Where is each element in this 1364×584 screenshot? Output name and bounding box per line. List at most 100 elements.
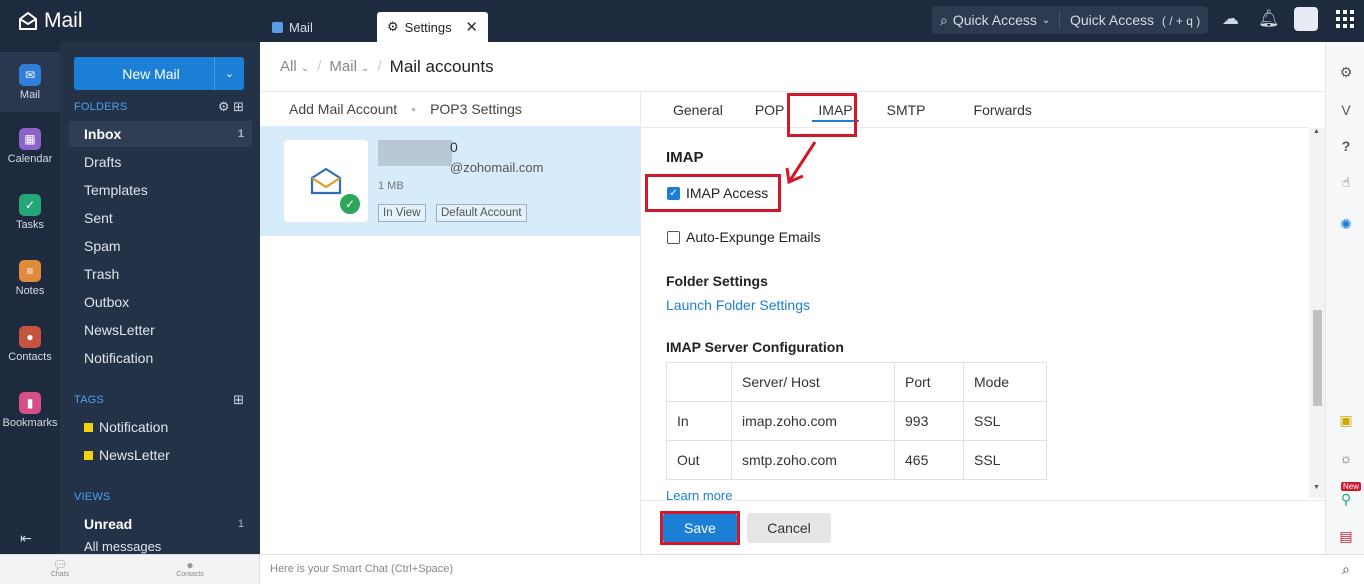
mail-tab-icon [272,21,283,33]
auto-expunge-label: Auto-Expunge Emails [686,229,821,245]
quick-access-dropdown[interactable]: ⌕ Quick Access ⌄ [932,11,1060,29]
folder-label: Spam [84,238,121,254]
folder-trash[interactable]: Trash [69,261,252,287]
folder-newsletter[interactable]: NewsLetter [69,317,252,343]
contacts-shortcut[interactable]: ● Contacts [170,559,210,578]
tag-notification[interactable]: Notification [69,414,252,440]
cloud-sync-icon[interactable]: ☁ [1222,9,1239,29]
new-mail-dropdown-icon[interactable]: ⌄ [214,57,244,90]
folder-panel: New Mail ⌄ FOLDERS ⚙ ⊞ Inbox 1 Drafts Te… [60,42,260,554]
imap-settings-pane: General POP IMAP SMTP Forwards IMAP ✓ IM… [641,92,1309,500]
tag-color-swatch [84,422,93,432]
pop3-settings-link[interactable]: POP3 Settings [430,101,522,117]
app-grid-icon[interactable] [1336,10,1354,28]
imap-access-label: IMAP Access [686,185,769,201]
pin-icon[interactable]: ⚲ [1337,491,1355,509]
table-cell: 465 [894,440,964,480]
tab-forwards[interactable]: Forwards [942,92,1048,128]
folder-drafts[interactable]: Drafts [69,149,252,175]
brightness-icon[interactable]: ☼ [1337,450,1355,468]
folder-notification[interactable]: Notification [69,345,252,371]
collapse-sidebar-icon[interactable]: ⇤ [20,530,32,547]
breadcrumb-separator: / [317,58,322,75]
cancel-button[interactable]: Cancel [747,513,831,543]
add-folder-icon[interactable]: ⊞ [233,99,244,114]
breadcrumb: All ⌄ / Mail ⌄ / Mail accounts [260,42,1325,92]
chats-shortcut[interactable]: 💬︎ Chats [40,559,80,578]
table-header-cell: Port [894,362,964,402]
rail-mail[interactable]: ✉ Mail [0,52,60,112]
rail-contacts[interactable]: ● Contacts [0,326,60,363]
ai-assistant-icon[interactable]: ✺ [1337,216,1355,234]
auto-expunge-checkbox[interactable] [667,230,680,244]
user-avatar[interactable] [1294,7,1318,31]
tab-smtp[interactable]: SMTP [871,92,942,128]
settings-tabs: General POP IMAP SMTP Forwards [641,92,1309,128]
scroll-down-arrow-icon[interactable]: ▼ [1313,484,1320,491]
chat-bubble-icon[interactable]: ▤ [1337,528,1355,546]
breadcrumb-mail[interactable]: Mail ⌄ [329,58,369,75]
save-button[interactable]: Save [663,514,737,542]
v-logo-icon[interactable]: V [1337,102,1355,120]
rail-bookmarks[interactable]: ▮ Bookmarks [0,392,60,429]
help-icon[interactable]: ? [1337,138,1355,156]
search-icon: ⌕ [940,11,948,28]
search-icon[interactable]: ⌕ [1342,561,1350,578]
view-unread[interactable]: Unread 1 [69,511,252,537]
app-brand[interactable]: Mail [18,9,83,33]
folder-sent[interactable]: Sent [69,205,252,231]
imap-access-checkbox[interactable]: ✓ [667,186,680,200]
launch-folder-settings-link[interactable]: Launch Folder Settings [666,297,810,313]
rail-notes[interactable]: ≡ Notes [0,260,60,297]
bell-icon[interactable]: 🔔︎ [1258,9,1280,29]
separator-dot: • [411,101,417,117]
rail-tasks[interactable]: ✓ Tasks [0,194,60,231]
rail-contacts-label: Contacts [8,351,52,363]
view-label: Unread [84,516,133,532]
tab-settings-label: Settings [404,19,452,35]
imap-access-option[interactable]: ✓ IMAP Access [667,185,768,201]
new-mail-button[interactable]: New Mail ⌄ [74,57,244,90]
quick-access-shortcut: ( / + q ) [1161,14,1201,28]
smart-chat-input[interactable]: Here is your Smart Chat (Ctrl+Space) [270,563,453,575]
quick-access-search[interactable]: ⌕ Quick Access ⌄ Quick Access ( / + q ) [932,6,1208,34]
scroll-up-arrow-icon[interactable]: ▲ [1313,128,1320,135]
folder-settings-heading: Folder Settings [666,273,768,289]
new-badge: New [1341,482,1362,491]
tag-newsletter[interactable]: NewsLetter [69,442,252,468]
notes-icon: ≡ [19,260,41,282]
tab-general[interactable]: General [641,92,739,128]
view-all-messages[interactable]: All messages [69,539,252,554]
folder-spam[interactable]: Spam [69,233,252,259]
folder-label: Outbox [84,294,130,310]
settings-gear-icon[interactable]: ⚙ [1337,64,1355,82]
breadcrumb-all[interactable]: All ⌄ [280,58,309,75]
account-card[interactable]: ✓ 0 @zohomail.com 1 MB In View Default A… [260,126,640,236]
settings-scrollbar[interactable]: ▲ ▼ [1309,128,1325,498]
add-tag-icon[interactable]: ⊞ [233,392,244,408]
folder-templates[interactable]: Templates [69,177,252,203]
mail-logo-icon [19,11,37,30]
learn-more-link[interactable]: Learn more [666,488,732,500]
table-header-cell: Mode [963,362,1047,402]
folder-inbox[interactable]: Inbox 1 [69,121,252,147]
rail-bookmarks-label: Bookmarks [2,417,58,429]
quick-access-label: Quick Access [952,12,1037,28]
tag-label: NewsLetter [99,447,170,463]
touch-icon[interactable]: ☝ [1337,174,1355,192]
folder-label: Drafts [84,154,122,170]
scroll-thumb[interactable] [1313,310,1322,406]
tab-settings[interactable]: ⚙ Settings ✕ [377,12,488,42]
close-tab-icon[interactable]: ✕ [465,18,478,36]
table-cell: Out [666,440,732,480]
add-mail-account-link[interactable]: Add Mail Account [289,101,397,117]
account-size: 1 MB [378,180,404,192]
auto-expunge-option[interactable]: Auto-Expunge Emails [667,229,821,245]
sticky-note-icon[interactable]: ▣ [1337,412,1355,430]
folder-outbox[interactable]: Outbox [69,289,252,315]
tasks-icon: ✓ [19,194,41,216]
quick-access-input[interactable]: Quick Access ( / + q ) [1060,12,1200,28]
tab-mail[interactable]: Mail [262,12,374,42]
folder-settings-icon[interactable]: ⚙ [218,99,230,114]
rail-calendar[interactable]: ▦ Calendar [0,128,60,165]
